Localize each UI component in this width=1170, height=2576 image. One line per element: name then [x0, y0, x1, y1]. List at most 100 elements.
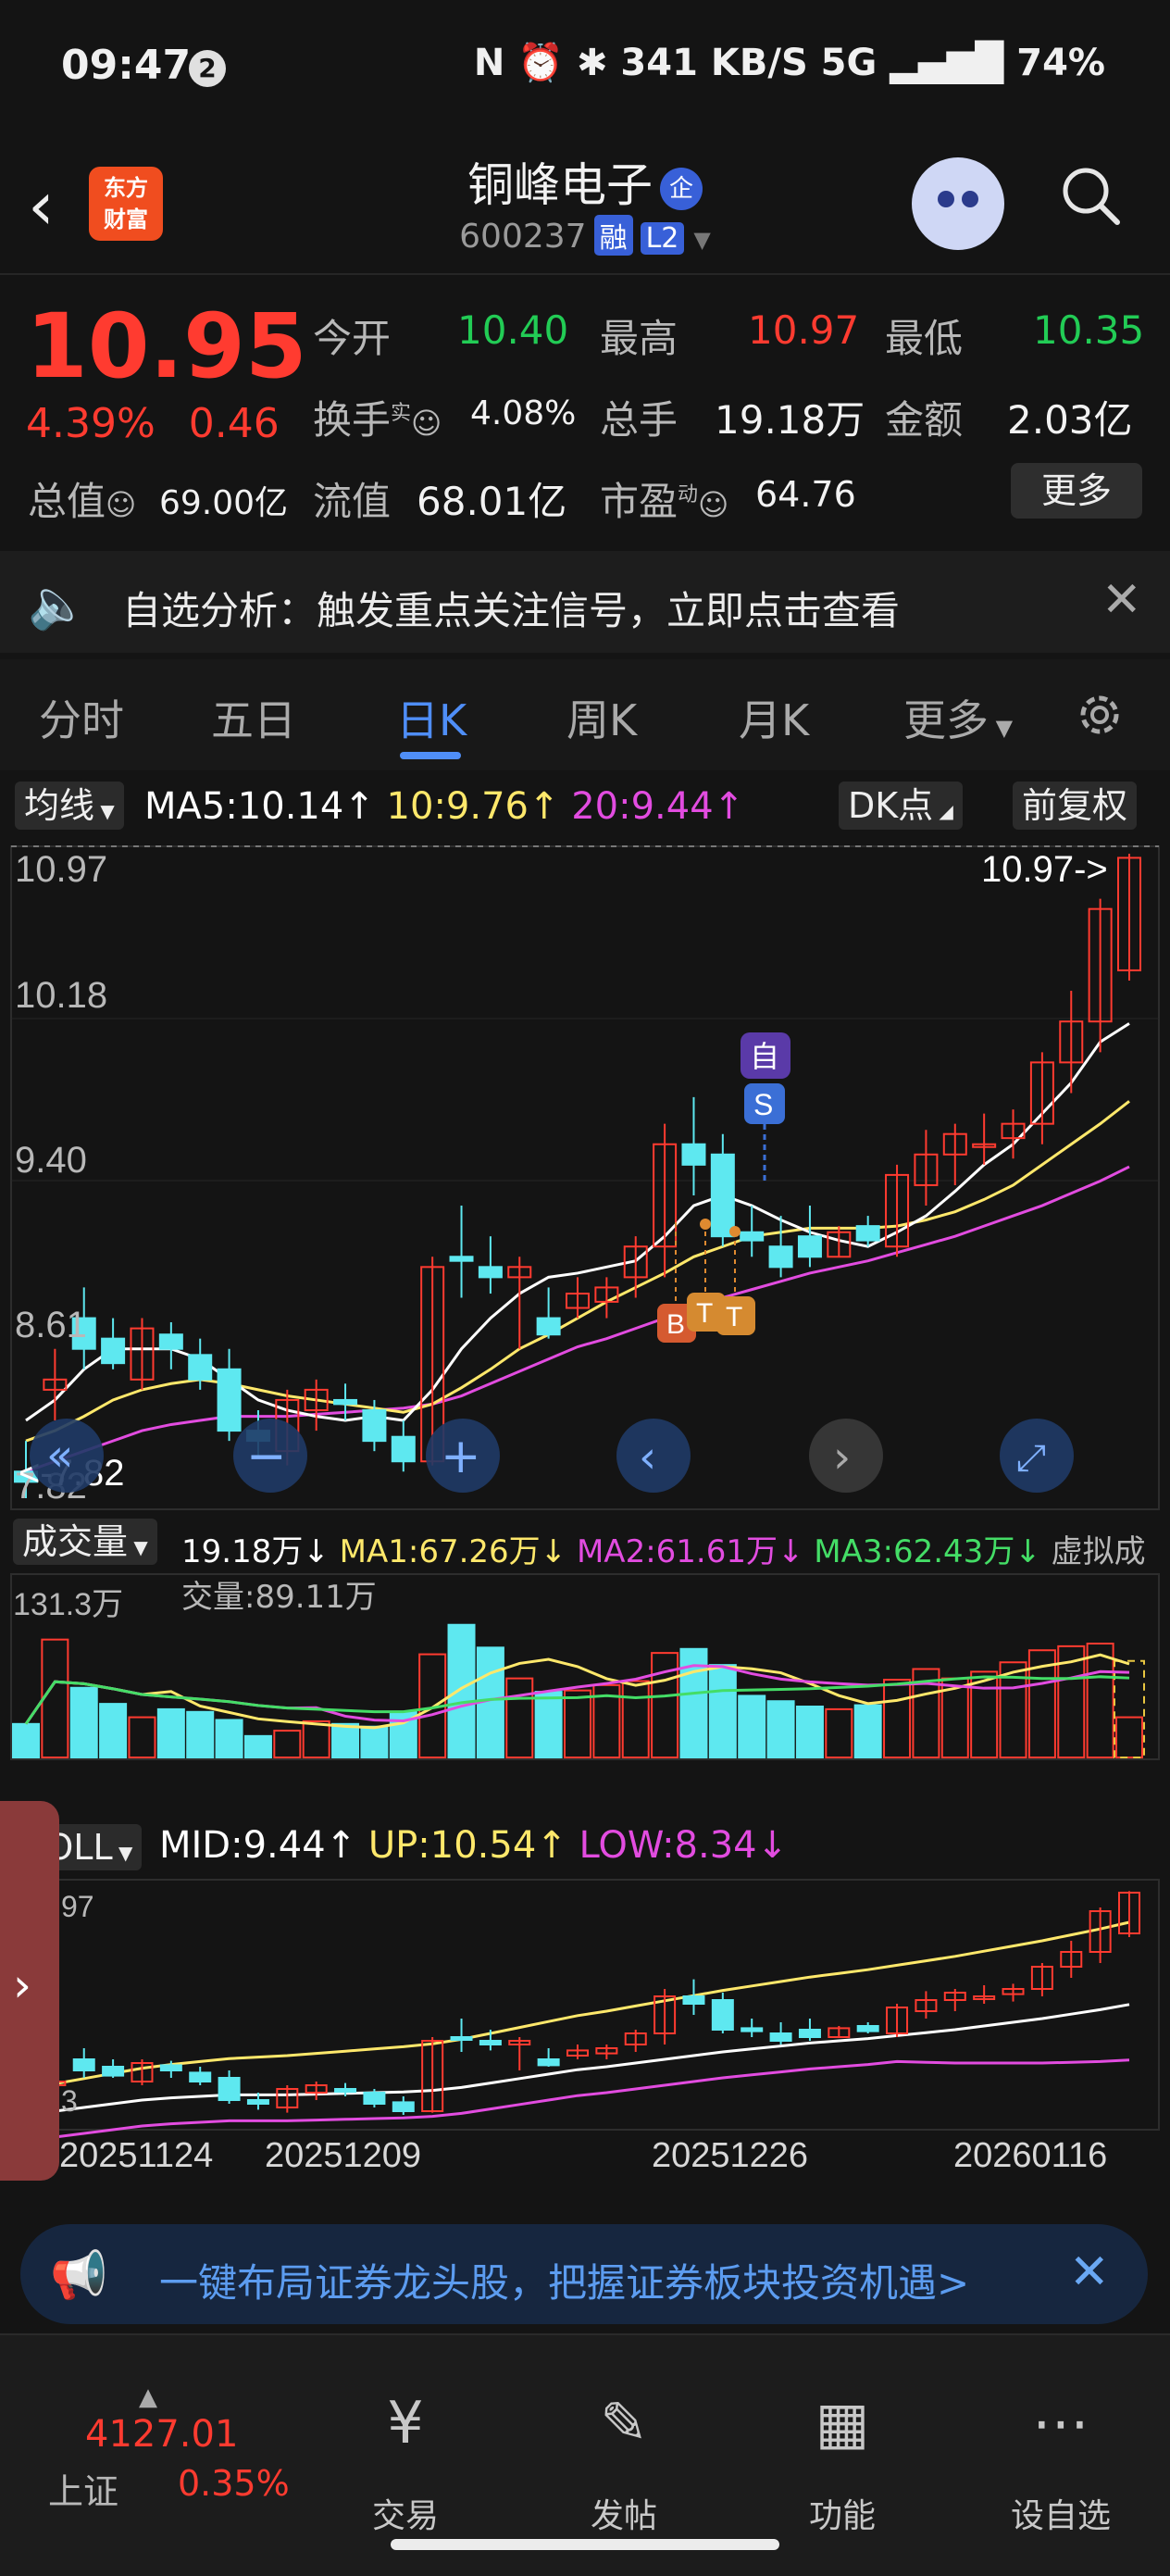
- volume-indicator-selector[interactable]: 成交量 ▼: [13, 1519, 157, 1565]
- volume-bar: [766, 1700, 795, 1758]
- boll-candle-body: [479, 2040, 502, 2045]
- more-dots-icon[interactable]: ⋯: [996, 2389, 1126, 2457]
- gear-icon[interactable]: [1072, 687, 1127, 743]
- sell-marker: S: [753, 1088, 773, 1121]
- expand-icon: ⤢: [1016, 1437, 1046, 1480]
- boll-mid-line: [25, 2003, 1130, 2117]
- stock-code: 600237: [459, 218, 587, 256]
- ma-lines: [25, 1022, 1130, 1473]
- close-icon[interactable]: ✕: [1102, 572, 1142, 628]
- ma-selector[interactable]: 均线 ▼: [15, 782, 124, 830]
- volume-value: 19.18万: [715, 397, 865, 443]
- double-left-icon: «: [46, 1430, 73, 1482]
- ma5-value: MA5:10.14↑: [144, 785, 375, 828]
- corner-icon: ◢: [933, 800, 953, 822]
- ma10-value: 10:9.76↑: [386, 785, 560, 828]
- candle-body: [188, 1354, 213, 1381]
- volume-bar: [331, 1722, 360, 1758]
- volume-axis-label: 131.3万: [13, 1587, 123, 1622]
- volume-bar: [99, 1703, 128, 1759]
- volume-bar: [505, 1677, 534, 1758]
- volume-ma1: MA1:67.26万↓: [339, 1533, 567, 1570]
- candle-body: [449, 1256, 474, 1262]
- chart-grid: [10, 845, 1160, 2131]
- boll-candle-body: [450, 2036, 473, 2041]
- more-button[interactable]: 更多: [1011, 463, 1142, 519]
- tab-five-day[interactable]: 五日: [211, 687, 296, 748]
- ma-chip-label: 均线: [24, 785, 95, 826]
- change-percent: 4.39%: [26, 400, 156, 447]
- candle-body: [217, 1368, 242, 1432]
- chevron-right-icon: ›: [13, 1958, 31, 2012]
- volume-bar: [41, 1638, 69, 1758]
- t1-marker: T: [696, 1298, 713, 1329]
- tab-more[interactable]: 更多 ▼: [903, 687, 1013, 748]
- buy-marker: B: [666, 1309, 685, 1340]
- boll-candle-body: [334, 2088, 357, 2093]
- minus-icon: −: [246, 1429, 287, 1484]
- boll-candle-body: [392, 2101, 415, 2113]
- x-label-0: 20251124: [59, 2136, 213, 2175]
- pe-sup: 动: [678, 483, 699, 506]
- speaker-icon: 🔈: [28, 577, 88, 632]
- t2-dot: [729, 1226, 741, 1237]
- tab-daily-k[interactable]: 日K: [396, 687, 467, 748]
- candle-body: [768, 1245, 793, 1269]
- notice-text[interactable]: 自选分析：触发重点关注信号，立即点击查看: [122, 580, 900, 636]
- megaphone-icon: 📢: [50, 2248, 108, 2302]
- mktcap-label: 总值☺: [28, 470, 136, 527]
- dk-label: DK点: [848, 785, 934, 826]
- caret-down-icon: ▼: [112, 1842, 133, 1864]
- dk-point-toggle[interactable]: DK点 ◢: [839, 782, 963, 830]
- volume-label: 总手: [600, 397, 678, 443]
- tab-intraday[interactable]: 分时: [39, 687, 124, 748]
- volume-bar: [621, 1680, 650, 1759]
- side-drawer-handle[interactable]: ›: [0, 1801, 59, 2181]
- index-name[interactable]: 上证: [48, 2463, 118, 2514]
- robot-assistant-icon[interactable]: [912, 157, 1004, 250]
- volume-bar: [302, 1719, 330, 1759]
- adjust-toggle[interactable]: 前复权: [1013, 782, 1138, 830]
- tab-weekly-k[interactable]: 周K: [566, 687, 637, 748]
- ma-values: MA5:10.14↑ 10:9.76↑ 20:9.44↑: [144, 785, 744, 828]
- pe-label-text: 市盈: [600, 479, 678, 524]
- boll-candle-body: [246, 2099, 269, 2105]
- volume-bar: [883, 1679, 912, 1758]
- candle-body: [101, 1337, 126, 1365]
- nav-post[interactable]: 发帖: [559, 2489, 689, 2537]
- home-indicator[interactable]: [391, 2539, 779, 2550]
- volume-bar: [273, 1730, 302, 1759]
- volume-bar: [186, 1710, 215, 1758]
- nav-add-watch[interactable]: 设自选: [996, 2489, 1126, 2537]
- boll-candle-body: [218, 2077, 241, 2101]
- boll-mid: MID:9.44↑: [159, 1824, 357, 1867]
- tab-monthly-k[interactable]: 月K: [739, 687, 809, 748]
- plus-icon: +: [441, 1429, 481, 1484]
- search-icon[interactable]: [1060, 165, 1121, 226]
- x-label-1: 20251209: [265, 2136, 421, 2175]
- status-bar: 09:47 2 N ⏰ ✱ 341 KB/S 5G ▂▄▆█ 74%: [0, 0, 1170, 139]
- current-price: 10.95: [26, 294, 307, 398]
- boll-candle-body: [856, 2025, 879, 2032]
- x-label-2: 20251226: [652, 2136, 808, 2175]
- boll-lines: [25, 1920, 1130, 2143]
- promo-text[interactable]: 一键布局证券龙头股，把握证券板块投资机遇>: [159, 2252, 969, 2308]
- grid-function-icon[interactable]: ▦: [778, 2389, 907, 2457]
- ma10-line: [25, 1100, 1130, 1443]
- candle-body: [797, 1235, 822, 1258]
- high-label: 最高: [600, 316, 678, 361]
- volume-bar: [128, 1716, 156, 1758]
- open-value: 10.40: [457, 307, 569, 353]
- edit-post-icon[interactable]: ✎: [559, 2389, 689, 2457]
- nav-trade[interactable]: 交易: [341, 2489, 470, 2537]
- l2-tag: L2: [640, 222, 685, 255]
- nav-function[interactable]: 功能: [778, 2489, 907, 2537]
- price-label-1: 10.18: [15, 975, 107, 1016]
- volume-values: 19.18万↓ MA1:67.26万↓ MA2:61.61万↓ MA3:62.4…: [181, 1526, 1170, 1617]
- trade-icon[interactable]: ¥: [341, 2389, 470, 2457]
- index-pct[interactable]: 0.35%: [178, 2463, 290, 2504]
- chevron-left-icon: ‹: [639, 1432, 656, 1483]
- close-icon[interactable]: ✕: [1069, 2245, 1110, 2300]
- index-value[interactable]: 4127.01: [85, 2413, 238, 2456]
- volume-bar: [360, 1725, 389, 1759]
